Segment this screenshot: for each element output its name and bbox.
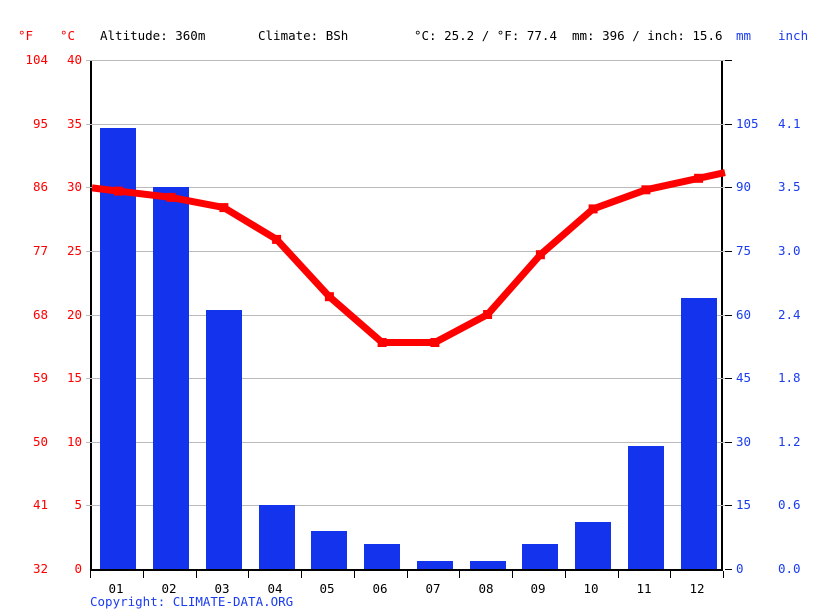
x-axis-label-month: 05 bbox=[319, 581, 335, 596]
axis-label-inch: 0.6 bbox=[778, 497, 801, 512]
temperature-polyline bbox=[91, 169, 726, 346]
right-axis-tick bbox=[725, 124, 732, 125]
axis-label-celsius: 20 bbox=[66, 307, 82, 322]
axis-label-celsius: 35 bbox=[66, 116, 82, 131]
chart-header: °F °C Altitude: 360m Climate: BSh °C: 25… bbox=[0, 0, 815, 43]
right-axis-tick bbox=[725, 378, 732, 379]
axis-label-inch: 4.1 bbox=[778, 116, 801, 131]
x-axis-tick bbox=[90, 571, 91, 578]
temperature-point[interactable]: 06: 17.8 °C bbox=[377, 338, 387, 347]
x-axis-tick bbox=[248, 571, 249, 578]
header-climate: Climate: BSh bbox=[258, 28, 349, 43]
x-axis-tick bbox=[196, 571, 197, 578]
axis-label-celsius: 40 bbox=[66, 52, 82, 67]
right-axis-tick bbox=[725, 60, 732, 61]
axis-label-mm: 105 bbox=[736, 116, 759, 131]
right-axis-tick bbox=[725, 569, 732, 570]
axis-label-fahrenheit: 77 bbox=[32, 243, 48, 258]
right-axis-tick bbox=[725, 187, 732, 188]
header-inch-unit: inch bbox=[778, 28, 809, 43]
axis-label-celsius: 30 bbox=[66, 179, 82, 194]
axis-label-fahrenheit: 32 bbox=[32, 561, 48, 576]
temperature-point[interactable]: 09: 24.7 °C bbox=[535, 250, 545, 260]
x-axis-label-month: 07 bbox=[425, 581, 441, 596]
axis-label-fahrenheit: 86 bbox=[32, 179, 48, 194]
x-axis-tick bbox=[723, 571, 724, 578]
axis-label-celsius: 0 bbox=[74, 561, 82, 576]
axis-label-mm: 75 bbox=[736, 243, 752, 258]
header-celsius-unit: °C bbox=[60, 28, 76, 43]
temperature-point[interactable]: 03: 28.4 °C bbox=[219, 203, 229, 213]
temperature-point[interactable]: 12: 30.7 °C bbox=[694, 173, 704, 183]
header-temperature: °C: 25.2 / °F: 77.4 bbox=[414, 28, 557, 43]
plot-area: 01: 29.7 °C 02: 29.2 °C 03: 28.4 °C 04: 25.… bbox=[86, 60, 732, 571]
header-mm-unit: mm bbox=[736, 28, 752, 43]
temperature-line: 01: 29.7 °C 02: 29.2 °C 03: 28.4 °C 04: 25.… bbox=[91, 169, 726, 347]
axis-label-inch: 3.0 bbox=[778, 243, 801, 258]
x-axis-label-month: 08 bbox=[478, 581, 494, 596]
copyright-text: Copyright: CLIMATE-DATA.ORG bbox=[90, 594, 294, 609]
x-axis-tick bbox=[354, 571, 355, 578]
axis-label-inch: 3.5 bbox=[778, 179, 801, 194]
temperature-point[interactable]: 08: 20 °C bbox=[483, 310, 493, 319]
header-fahrenheit-unit: °F bbox=[18, 28, 34, 43]
temperature-point[interactable]: 05: 21.4 °C bbox=[324, 292, 334, 302]
axis-label-mm: 0 bbox=[736, 561, 744, 576]
axis-label-mm: 90 bbox=[736, 179, 752, 194]
x-axis-tick bbox=[143, 571, 144, 578]
axis-label-fahrenheit: 104 bbox=[25, 52, 48, 67]
temperature-point[interactable]: 01: 29.7 °C bbox=[113, 186, 123, 196]
axis-label-mm: 15 bbox=[736, 497, 752, 512]
axis-label-fahrenheit: 50 bbox=[32, 434, 48, 449]
axis-label-celsius: 5 bbox=[74, 497, 82, 512]
climate-chart: °F °C Altitude: 360m Climate: BSh °C: 25… bbox=[0, 0, 815, 611]
x-axis-label-month: 06 bbox=[372, 581, 388, 596]
axis-label-inch: 1.2 bbox=[778, 434, 801, 449]
axis-label-celsius: 25 bbox=[66, 243, 82, 258]
temperature-point[interactable]: 02: 29.2 °C bbox=[166, 192, 176, 202]
x-axis-tick bbox=[407, 571, 408, 578]
right-axis-tick bbox=[725, 251, 732, 252]
temperature-point[interactable]: 10: 28.3 °C bbox=[588, 204, 598, 214]
axis-label-mm: 45 bbox=[736, 370, 752, 385]
temperature-point[interactable]: 04: 25.9 °C bbox=[272, 234, 282, 244]
axis-label-inch: 0.0 bbox=[778, 561, 801, 576]
x-axis-label-month: 10 bbox=[583, 581, 599, 596]
x-axis-label-month: 12 bbox=[689, 581, 705, 596]
axis-label-fahrenheit: 41 bbox=[32, 497, 48, 512]
x-axis-tick bbox=[459, 571, 460, 578]
header-altitude: Altitude: 360m bbox=[100, 28, 206, 43]
axis-label-inch: 1.8 bbox=[778, 370, 801, 385]
x-axis-tick bbox=[565, 571, 566, 578]
axis-label-mm: 30 bbox=[736, 434, 752, 449]
axis-label-celsius: 10 bbox=[66, 434, 82, 449]
right-axis-tick bbox=[725, 315, 732, 316]
x-axis-tick bbox=[670, 571, 671, 578]
x-axis-tick bbox=[301, 571, 302, 578]
axis-label-celsius: 15 bbox=[66, 370, 82, 385]
axis-label-mm: 60 bbox=[736, 307, 752, 322]
axis-label-fahrenheit: 59 bbox=[32, 370, 48, 385]
x-axis-label-month: 11 bbox=[636, 581, 652, 596]
x-axis-tick bbox=[618, 571, 619, 578]
temperature-point[interactable]: 07: 17.8 °C bbox=[430, 338, 440, 347]
axis-label-fahrenheit: 95 bbox=[32, 116, 48, 131]
temperature-point[interactable]: 11: 29.8 °C bbox=[641, 185, 651, 195]
axis-label-fahrenheit: 68 bbox=[32, 307, 48, 322]
right-axis-tick bbox=[725, 442, 732, 443]
right-axis-tick bbox=[725, 505, 732, 506]
header-precipitation: mm: 396 / inch: 15.6 bbox=[572, 28, 723, 43]
x-axis-tick bbox=[512, 571, 513, 578]
x-axis-label-month: 09 bbox=[530, 581, 546, 596]
axis-label-inch: 2.4 bbox=[778, 307, 801, 322]
